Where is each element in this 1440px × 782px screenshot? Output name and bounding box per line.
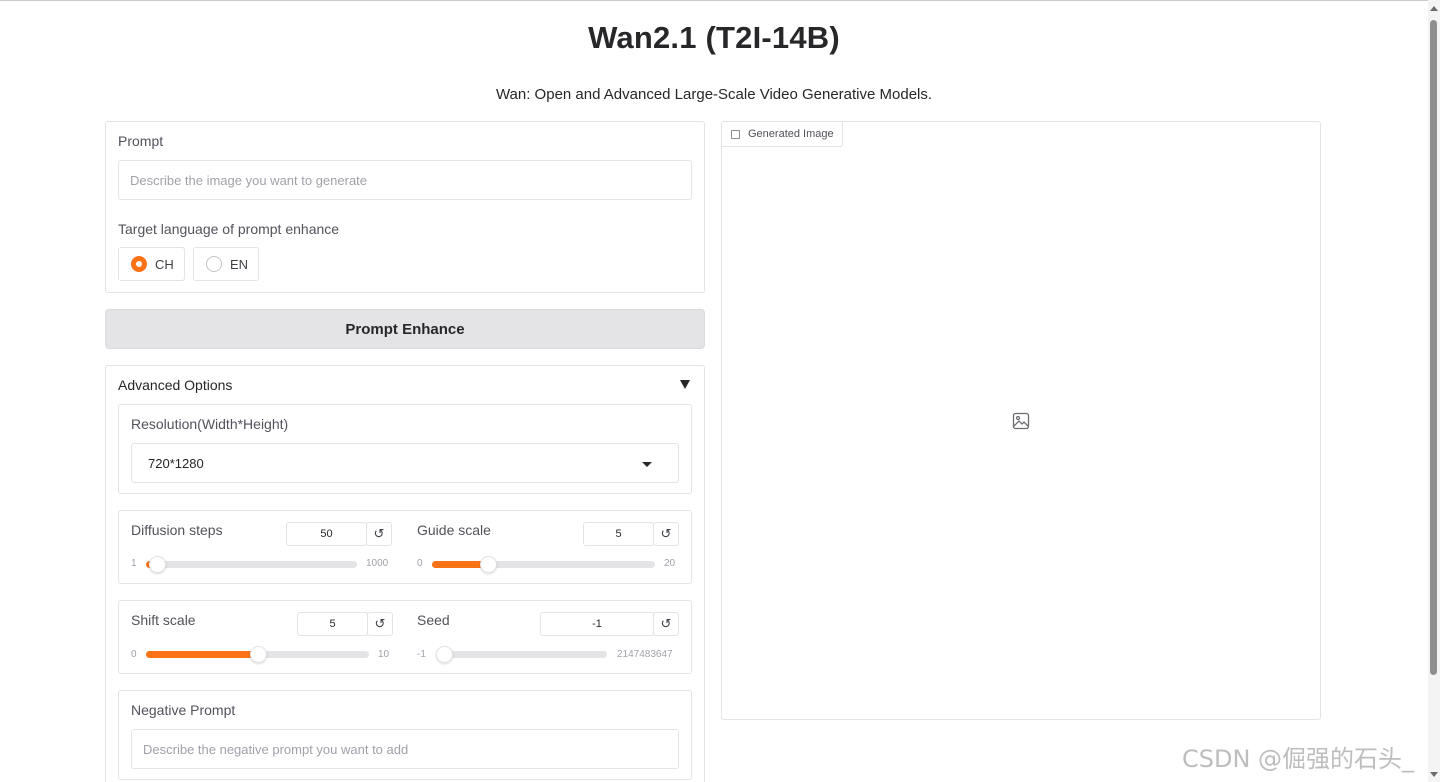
seed-thumb[interactable] <box>436 646 453 663</box>
diffusion-steps-max: 1000 <box>366 558 389 569</box>
seed-min: -1 <box>417 649 426 660</box>
radio-en-label: EN <box>230 256 249 272</box>
scroll-down-icon[interactable] <box>1430 772 1438 777</box>
image-small-icon <box>731 130 740 139</box>
guide-scale-thumb[interactable] <box>479 556 497 573</box>
diffusion-steps-thumb[interactable] <box>148 556 166 573</box>
prompt-enhance-button[interactable]: Prompt Enhance <box>105 309 705 349</box>
collapse-triangle-icon[interactable] <box>680 380 690 389</box>
language-label: Target language of prompt enhance <box>118 221 340 237</box>
seed-input[interactable]: -1 <box>540 612 654 636</box>
seed-slider[interactable] <box>436 646 607 663</box>
generated-image-tab: Generated Image <box>722 122 843 147</box>
resolution-label: Resolution(Width*Height) <box>131 416 289 432</box>
negative-prompt-label: Negative Prompt <box>131 702 236 718</box>
shift-scale-max: 10 <box>378 649 390 660</box>
diffusion-steps-input[interactable]: 50 <box>286 522 367 546</box>
negative-prompt-input[interactable]: Describe the negative prompt you want to… <box>131 729 679 769</box>
scroll-up-icon[interactable] <box>1430 6 1438 11</box>
diffusion-steps-reset-icon[interactable]: ↺ <box>366 522 392 546</box>
guide-scale-reset-icon[interactable]: ↺ <box>653 522 679 546</box>
guide-scale-slider[interactable] <box>432 556 655 573</box>
resolution-dropdown[interactable]: 720*1280 <box>131 443 679 483</box>
watermark: CSDN @倔强的石头_ <box>1182 745 1415 773</box>
radio-unselected-icon <box>206 256 222 272</box>
guide-scale-input[interactable]: 5 <box>583 522 654 546</box>
shift-scale-input[interactable]: 5 <box>297 612 368 636</box>
resolution-value: 720*1280 <box>148 455 204 471</box>
shift-scale-fill <box>146 651 258 658</box>
guide-scale-min: 0 <box>417 558 423 569</box>
page-scrollbar[interactable] <box>1428 0 1440 782</box>
image-placeholder-icon <box>1012 412 1030 430</box>
radio-ch-label: CH <box>155 256 174 272</box>
guide-scale-max: 20 <box>664 558 676 569</box>
generated-image-label: Generated Image <box>748 128 834 140</box>
shift-scale-thumb[interactable] <box>249 646 267 663</box>
advanced-options-toggle[interactable]: Advanced Options <box>118 377 232 393</box>
radio-selected-icon <box>131 256 147 272</box>
guide-scale-label: Guide scale <box>417 522 491 538</box>
prompt-label: Prompt <box>118 133 164 149</box>
shift-scale-min: 0 <box>131 649 137 660</box>
seed-max: 2147483647 <box>617 649 673 660</box>
prompt-input[interactable]: Describe the image you want to generate <box>118 160 692 200</box>
seed-reset-icon[interactable]: ↺ <box>653 612 679 636</box>
shift-scale-reset-icon[interactable]: ↺ <box>367 612 393 636</box>
diffusion-steps-min: 1 <box>131 558 137 569</box>
top-border <box>0 0 1440 1</box>
page-title: Wan2.1 (T2I-14B) <box>588 20 840 55</box>
radio-ch[interactable]: CH <box>118 247 185 281</box>
shift-scale-label: Shift scale <box>131 612 196 628</box>
seed-label: Seed <box>417 612 450 628</box>
diffusion-steps-slider[interactable] <box>146 556 357 573</box>
radio-en[interactable]: EN <box>193 247 259 281</box>
scrollbar-thumb[interactable] <box>1430 20 1437 675</box>
chevron-down-icon <box>642 462 652 467</box>
page-subtitle: Wan: Open and Advanced Large-Scale Video… <box>495 86 933 103</box>
shift-scale-slider[interactable] <box>146 646 369 663</box>
diffusion-steps-label: Diffusion steps <box>131 522 223 538</box>
